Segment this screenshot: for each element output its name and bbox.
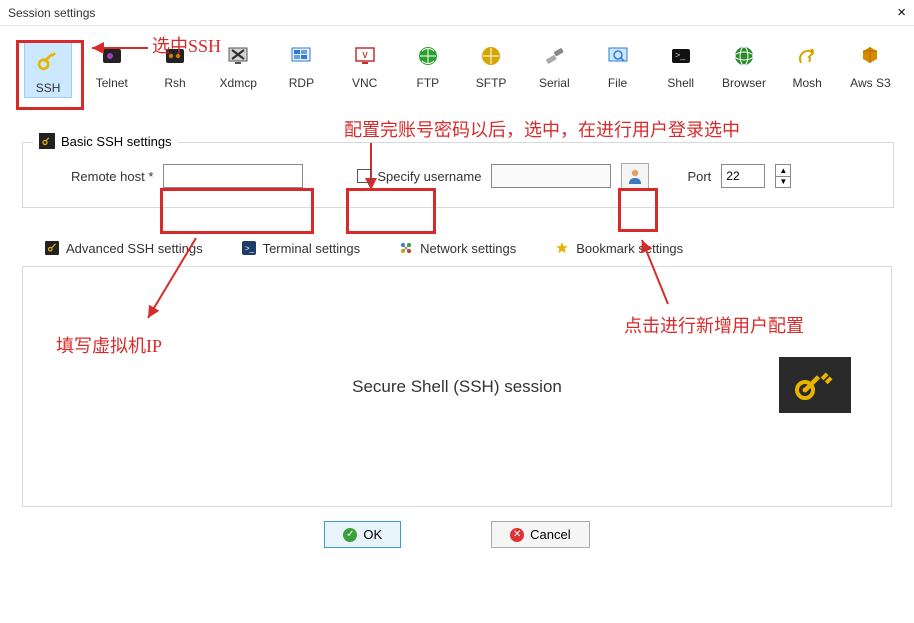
file-icon bbox=[602, 40, 634, 72]
username-input[interactable] bbox=[491, 164, 611, 188]
protocol-label: Xdmcp bbox=[220, 76, 257, 90]
protocol-browser[interactable]: Browser bbox=[720, 40, 767, 98]
protocol-serial[interactable]: Serial bbox=[531, 40, 578, 98]
protocol-label: Browser bbox=[722, 76, 766, 90]
protocol-label: SFTP bbox=[476, 76, 507, 90]
protocol-telnet[interactable]: Telnet bbox=[88, 40, 135, 98]
key-icon bbox=[791, 365, 839, 405]
svg-text:>_: >_ bbox=[245, 244, 255, 253]
close-icon[interactable]: × bbox=[878, 4, 906, 21]
protocol-ftp[interactable]: FTP bbox=[404, 40, 451, 98]
remote-host-label: Remote host * bbox=[71, 169, 153, 184]
specify-username-label: Specify username bbox=[377, 169, 481, 184]
tab-label: Terminal settings bbox=[263, 241, 361, 256]
tab-label: Network settings bbox=[420, 241, 516, 256]
protocol-label: RDP bbox=[289, 76, 314, 90]
protocol-rdp[interactable]: RDP bbox=[278, 40, 325, 98]
port-label: Port bbox=[687, 169, 711, 184]
protocol-aws-s3[interactable]: Aws S3 bbox=[847, 40, 894, 98]
protocol-label: SSH bbox=[36, 81, 61, 95]
protocol-rsh[interactable]: Rsh bbox=[151, 40, 198, 98]
tab-label: Bookmark settings bbox=[576, 241, 683, 256]
svg-text:>_: >_ bbox=[675, 50, 686, 60]
shell-icon: >_ bbox=[665, 40, 697, 72]
ssh-key-graphic bbox=[779, 357, 851, 413]
svg-text:V: V bbox=[362, 51, 368, 60]
sftp-icon bbox=[475, 40, 507, 72]
browser-icon bbox=[728, 40, 760, 72]
settings-tabs: Advanced SSH settings >_ Terminal settin… bbox=[22, 230, 892, 267]
terminal-icon: >_ bbox=[241, 240, 257, 256]
annotation-config-user: 配置完账号密码以后，选中，在进行用户登录选中 bbox=[344, 116, 740, 142]
window-title: Session settings bbox=[8, 6, 95, 20]
protocol-label: Rsh bbox=[164, 76, 185, 90]
form-row: Remote host * Specify username Port ▲▼ bbox=[41, 163, 875, 189]
remote-host-input[interactable] bbox=[163, 164, 303, 188]
key-icon bbox=[32, 45, 64, 77]
protocol-label: Shell bbox=[667, 76, 694, 90]
cancel-label: Cancel bbox=[530, 527, 570, 542]
ok-button[interactable]: ✓ OK bbox=[324, 521, 401, 548]
protocol-ssh[interactable]: SSH bbox=[24, 40, 72, 98]
protocol-sftp[interactable]: SFTP bbox=[467, 40, 514, 98]
ok-label: OK bbox=[363, 527, 382, 542]
vnc-icon: V bbox=[349, 40, 381, 72]
basic-ssh-settings-group: Basic SSH settings Remote host * Specify… bbox=[22, 142, 894, 208]
key-icon bbox=[39, 133, 55, 149]
port-spinner[interactable]: ▲▼ bbox=[775, 164, 791, 188]
protocol-label: Mosh bbox=[793, 76, 822, 90]
port-input[interactable] bbox=[721, 164, 765, 188]
protocol-label: File bbox=[608, 76, 627, 90]
tab-network[interactable]: Network settings bbox=[390, 236, 524, 260]
person-icon bbox=[626, 167, 644, 185]
aws-icon bbox=[854, 40, 886, 72]
key-icon bbox=[44, 240, 60, 256]
protocol-shell[interactable]: >_ Shell bbox=[657, 40, 704, 98]
protocol-file[interactable]: File bbox=[594, 40, 641, 98]
rdp-icon bbox=[285, 40, 317, 72]
serial-icon bbox=[538, 40, 570, 72]
cancel-button[interactable]: ✕ Cancel bbox=[491, 521, 589, 548]
protocol-mosh[interactable]: Mosh bbox=[784, 40, 831, 98]
tab-terminal[interactable]: >_ Terminal settings bbox=[233, 236, 369, 260]
ftp-icon bbox=[412, 40, 444, 72]
spinner-down[interactable]: ▼ bbox=[776, 177, 790, 188]
session-description-pane: Secure Shell (SSH) session bbox=[22, 267, 892, 507]
session-type-label: Secure Shell (SSH) session bbox=[352, 377, 562, 397]
x-icon: ✕ bbox=[510, 528, 524, 542]
xdmcp-icon bbox=[222, 40, 254, 72]
specify-username-checkbox[interactable] bbox=[357, 169, 371, 183]
network-icon bbox=[398, 240, 414, 256]
tab-advanced-ssh[interactable]: Advanced SSH settings bbox=[36, 236, 211, 260]
group-legend: Basic SSH settings bbox=[33, 133, 178, 149]
user-manager-button[interactable] bbox=[621, 163, 649, 189]
protocol-label: Aws S3 bbox=[850, 76, 890, 90]
group-legend-text: Basic SSH settings bbox=[61, 134, 172, 149]
telnet-icon bbox=[96, 40, 128, 72]
titlebar: Session settings × bbox=[0, 0, 914, 26]
protocol-label: Telnet bbox=[96, 76, 128, 90]
protocol-toolbar: SSH Telnet Rsh Xdmcp RDP V VNC FTP SFTP … bbox=[0, 26, 914, 108]
protocol-xdmcp[interactable]: Xdmcp bbox=[215, 40, 262, 98]
protocol-vnc[interactable]: V VNC bbox=[341, 40, 388, 98]
dialog-buttons: ✓ OK ✕ Cancel bbox=[0, 521, 914, 548]
mosh-icon bbox=[791, 40, 823, 72]
rsh-icon bbox=[159, 40, 191, 72]
star-icon bbox=[554, 240, 570, 256]
protocol-label: FTP bbox=[417, 76, 440, 90]
spinner-up[interactable]: ▲ bbox=[776, 165, 790, 177]
protocol-label: Serial bbox=[539, 76, 570, 90]
check-icon: ✓ bbox=[343, 528, 357, 542]
protocol-label: VNC bbox=[352, 76, 377, 90]
tab-bookmark[interactable]: Bookmark settings bbox=[546, 236, 691, 260]
tab-label: Advanced SSH settings bbox=[66, 241, 203, 256]
